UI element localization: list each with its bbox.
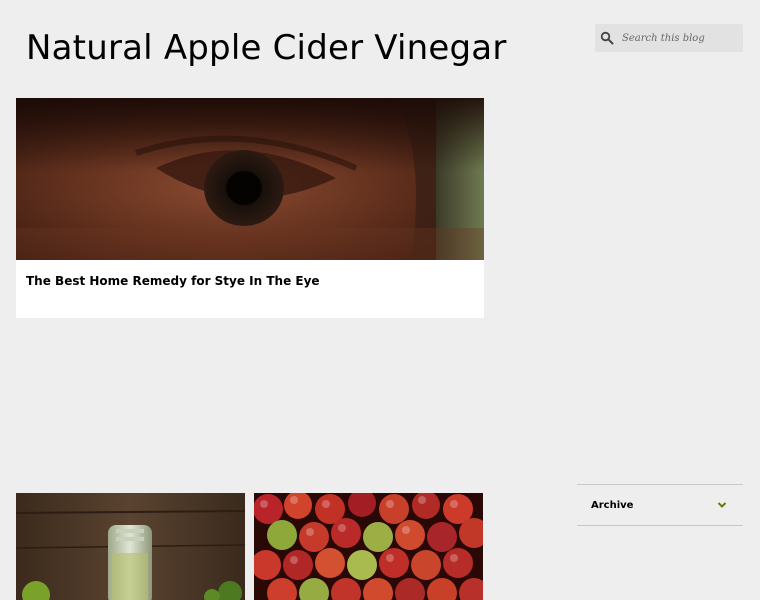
search-input[interactable]	[622, 32, 732, 44]
search-box[interactable]	[595, 24, 743, 52]
blog-title[interactable]: Natural Apple Cider Vinegar	[26, 28, 507, 68]
featured-post-title[interactable]: The Best Home Remedy for Stye In The Eye	[26, 274, 320, 288]
post-thumbnail-apples[interactable]	[254, 493, 483, 600]
post-thumbnail-bottle[interactable]	[16, 493, 245, 600]
featured-post-card[interactable]: The Best Home Remedy for Stye In The Eye	[16, 98, 484, 318]
archive-widget[interactable]: Archive	[577, 484, 743, 526]
featured-post-image[interactable]	[16, 98, 484, 260]
archive-label: Archive	[591, 499, 634, 511]
chevron-down-icon[interactable]	[717, 501, 727, 509]
search-icon[interactable]	[600, 31, 614, 45]
